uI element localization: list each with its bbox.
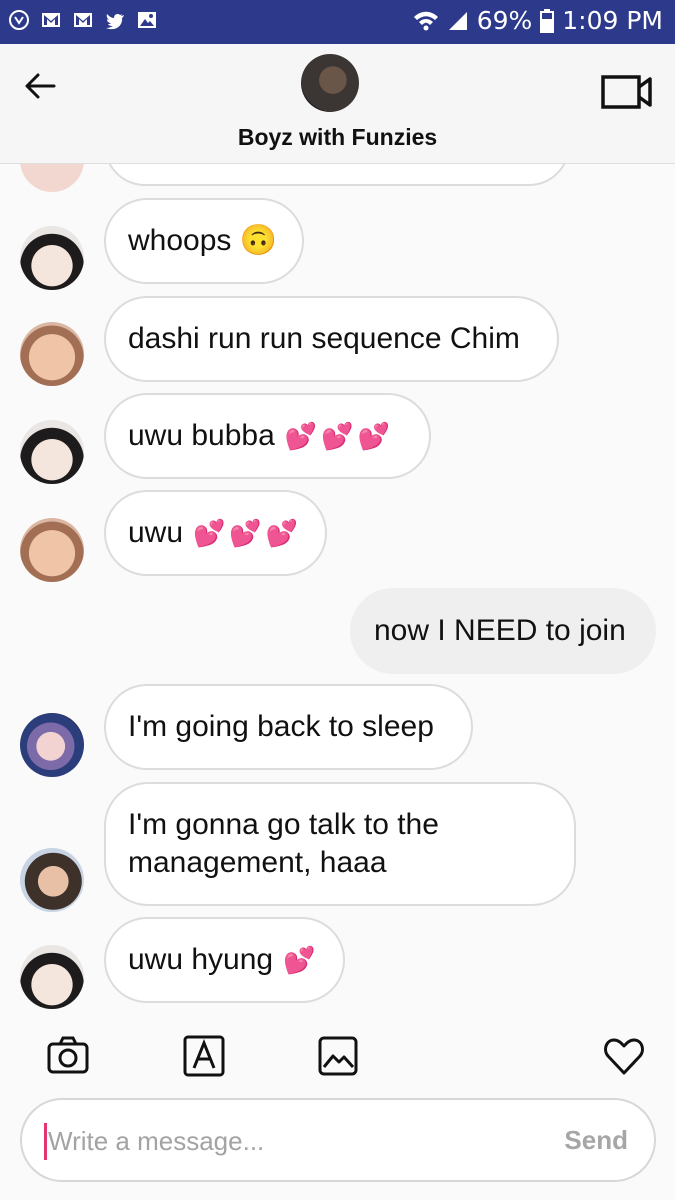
message-bubble[interactable]: whoops 🙃 bbox=[104, 198, 304, 284]
send-button[interactable]: Send bbox=[564, 1125, 628, 1156]
avatar[interactable] bbox=[20, 518, 84, 582]
message-bubble-partial bbox=[104, 164, 570, 186]
message-bubble[interactable]: I'm going back to sleep bbox=[104, 684, 473, 770]
message-text: dashi run run sequence Chim bbox=[128, 322, 520, 355]
message-text: uwu hyung bbox=[128, 943, 274, 976]
gallery-icon[interactable] bbox=[316, 1034, 360, 1078]
message-text: whoops 🙃 bbox=[128, 224, 278, 257]
clock: 1:09 PM bbox=[562, 6, 663, 35]
message-text-line1: I'm gonna go talk to the bbox=[128, 808, 439, 841]
hearts-emoji: 💕💕💕 bbox=[284, 421, 394, 451]
message-thread: whoops 🙃 dashi run run sequence Chim uwu… bbox=[0, 164, 675, 1020]
avatar[interactable] bbox=[20, 848, 84, 912]
message-text: uwu bbox=[128, 516, 184, 549]
message-text: now I NEED to join bbox=[374, 614, 626, 647]
composer-toolbar bbox=[0, 1020, 675, 1092]
hearts-emoji: 💕 bbox=[283, 945, 320, 975]
message-bubble[interactable]: uwu hyung 💕 bbox=[104, 917, 345, 1003]
message-text: uwu bubba bbox=[128, 419, 275, 452]
outgoing-message-bubble[interactable]: now I NEED to join bbox=[350, 588, 656, 674]
app-icon bbox=[9, 10, 29, 30]
notification-icons bbox=[8, 9, 158, 31]
battery-icon bbox=[540, 8, 555, 33]
gmail-icon bbox=[42, 13, 60, 27]
status-bar: 69% 1:09 PM bbox=[0, 0, 675, 44]
message-bubble[interactable]: dashi run run sequence Chim bbox=[104, 296, 559, 382]
twitter-icon bbox=[106, 14, 124, 30]
avatar[interactable] bbox=[20, 226, 84, 290]
system-status: 69% 1:09 PM bbox=[413, 6, 663, 35]
message-input[interactable] bbox=[48, 1118, 518, 1164]
avatar[interactable] bbox=[20, 945, 84, 1009]
message-bubble[interactable]: uwu bubba 💕💕💕 bbox=[104, 393, 431, 479]
avatar[interactable] bbox=[20, 420, 84, 484]
heart-icon[interactable] bbox=[602, 1034, 646, 1078]
gmail-icon bbox=[74, 13, 92, 27]
video-camera-icon[interactable] bbox=[601, 74, 653, 110]
signal-icon bbox=[448, 11, 467, 30]
message-bubble[interactable]: uwu 💕💕💕 bbox=[104, 490, 327, 576]
battery-percent: 69% bbox=[476, 6, 533, 35]
conversation-header: Boyz with Funzies bbox=[0, 44, 675, 164]
camera-icon[interactable] bbox=[46, 1034, 90, 1078]
group-avatar[interactable] bbox=[301, 54, 359, 112]
text-caret bbox=[44, 1123, 47, 1160]
conversation-title[interactable]: Boyz with Funzies bbox=[0, 124, 675, 151]
avatar[interactable] bbox=[20, 164, 84, 192]
message-text: I'm going back to sleep bbox=[128, 710, 434, 743]
message-composer: Send bbox=[20, 1098, 656, 1182]
hearts-emoji: 💕💕💕 bbox=[193, 518, 303, 548]
gallery-icon bbox=[138, 12, 156, 28]
message-text-line2: management, haaa bbox=[128, 846, 387, 879]
text-style-icon[interactable] bbox=[182, 1034, 226, 1078]
wifi-icon bbox=[413, 11, 438, 30]
avatar[interactable] bbox=[20, 322, 84, 386]
message-bubble[interactable]: I'm gonna go talk to the management, haa… bbox=[104, 782, 576, 906]
avatar[interactable] bbox=[20, 713, 84, 777]
arrow-left-icon[interactable] bbox=[22, 66, 62, 106]
